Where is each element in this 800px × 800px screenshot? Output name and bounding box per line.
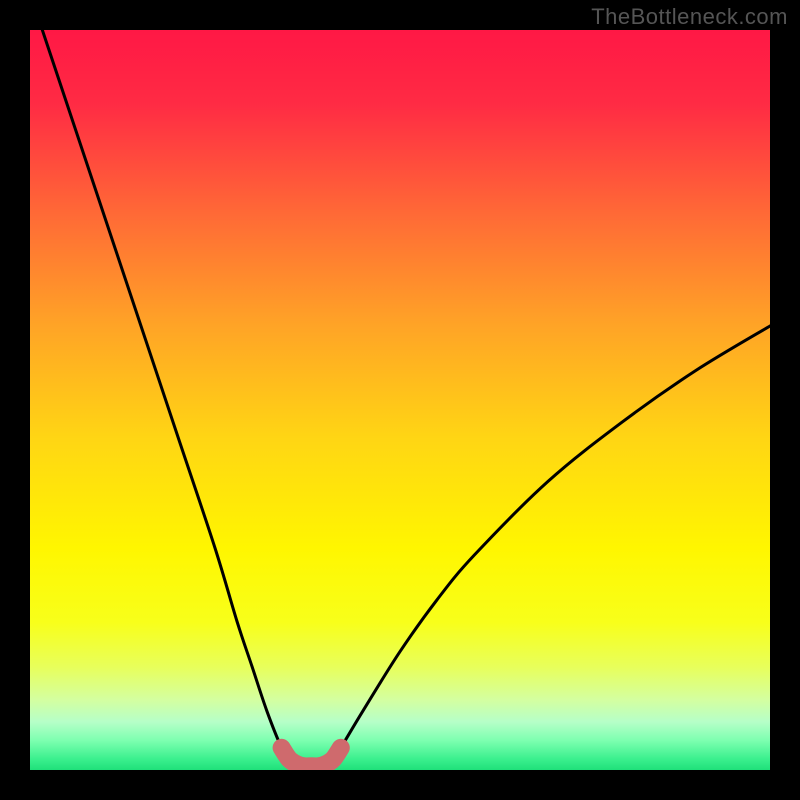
curve-layer	[30, 30, 770, 770]
chart-frame: TheBottleneck.com	[0, 0, 800, 800]
plot-area	[30, 30, 770, 770]
highlight-segment	[282, 748, 341, 767]
watermark-text: TheBottleneck.com	[591, 4, 788, 30]
bottleneck-curve	[30, 30, 770, 766]
